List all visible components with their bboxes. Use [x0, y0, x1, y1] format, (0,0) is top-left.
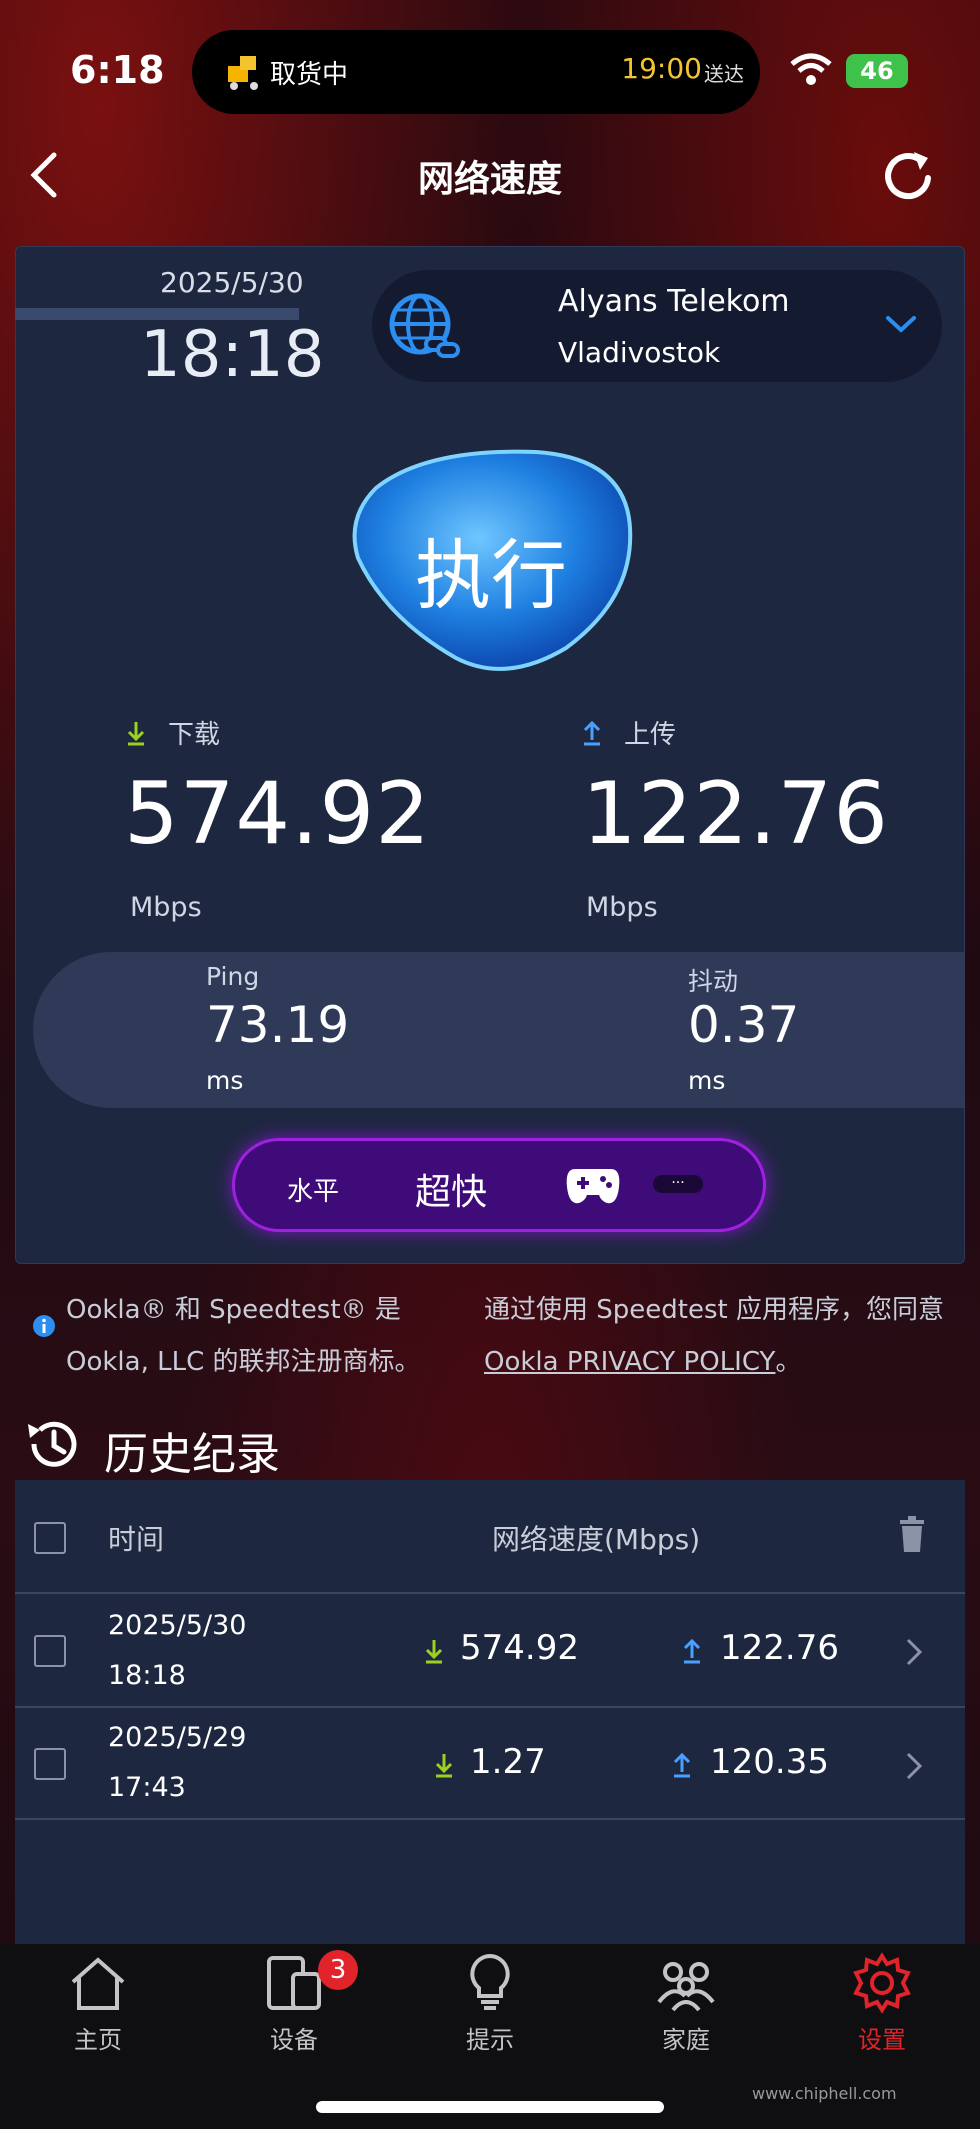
- nav-family[interactable]: 家庭: [626, 1952, 746, 2055]
- refresh-icon[interactable]: [880, 148, 940, 204]
- trash-icon[interactable]: [898, 1516, 926, 1552]
- globe-link-icon: [389, 293, 460, 358]
- status-time: 6:18: [70, 48, 165, 92]
- download-unit: Mbps: [130, 892, 202, 923]
- row-divider: [15, 1818, 965, 1820]
- select-all-checkbox[interactable]: [34, 1522, 66, 1554]
- nav-devices-label: 设备: [270, 2026, 318, 2054]
- server-city: Vladivostok: [558, 336, 721, 369]
- jitter-label: 抖动: [688, 967, 739, 996]
- devices-badge: 3: [318, 1950, 358, 1990]
- nav-tips[interactable]: 提示: [430, 1952, 550, 2055]
- page-title: 网络速度: [417, 159, 562, 200]
- chevron-down-icon: [886, 316, 916, 333]
- battery-indicator: 46: [846, 54, 908, 88]
- more-options-button[interactable]: ···: [653, 1175, 703, 1193]
- speed-level-pill[interactable]: 水平 超快 ···: [232, 1138, 766, 1232]
- privacy-notice-suffix: 。: [775, 1347, 802, 1377]
- server-name: Alyans Telekom: [558, 284, 790, 319]
- row-download: 574.92: [460, 1628, 579, 1668]
- island-time: 19:00: [621, 52, 702, 85]
- lightbulb-icon: [470, 1953, 510, 2010]
- island-label: 取货中: [270, 60, 349, 90]
- chevron-right-icon[interactable]: [904, 1636, 924, 1668]
- jitter-unit: ms: [688, 1066, 726, 1095]
- dynamic-island[interactable]: 取货中 19:00 送达: [192, 30, 760, 114]
- privacy-policy-link[interactable]: Ookla PRIVACY POLICY: [484, 1347, 775, 1377]
- row-upload: 122.76: [720, 1628, 839, 1668]
- privacy-notice: 通过使用 Speedtest 应用程序，您同意 Ookla PRIVACY PO…: [484, 1284, 954, 1388]
- nav-family-label: 家庭: [662, 2026, 710, 2054]
- trademark-notice: Ookla® 和 Speedtest® 是 Ookla, LLC 的联邦注册商标…: [66, 1295, 421, 1377]
- row-checkbox[interactable]: [34, 1748, 66, 1780]
- column-time: 时间: [108, 1523, 165, 1556]
- level-label: 水平: [287, 1177, 340, 1207]
- island-eta: 送达: [704, 62, 744, 86]
- test-date: 2025/5/30: [160, 266, 304, 299]
- download-value: 574.92: [124, 764, 431, 864]
- jitter-value: 0.37: [688, 996, 800, 1054]
- test-time: 18:18: [140, 318, 325, 392]
- ping-unit: ms: [206, 1066, 244, 1095]
- devices-icon: [267, 1956, 321, 2010]
- upload-unit: Mbps: [586, 892, 658, 923]
- info-icon[interactable]: [32, 1314, 56, 1338]
- download-arrow-icon: [425, 1640, 443, 1664]
- row-download: 1.27: [470, 1742, 546, 1782]
- wifi-icon: [790, 53, 832, 85]
- gamepad-icon: [566, 1169, 620, 1204]
- nav-settings-label: 设置: [858, 2026, 906, 2054]
- upload-arrow-icon: [673, 1752, 691, 1778]
- server-selector[interactable]: Alyans Telekom Vladivostok: [372, 270, 942, 382]
- history-icon: [28, 1421, 77, 1467]
- home-indicator[interactable]: [316, 2101, 664, 2113]
- download-arrow-icon: [127, 722, 145, 746]
- nav-home[interactable]: 主页: [38, 1952, 158, 2055]
- gear-icon: [853, 1952, 911, 2014]
- ping-value: 73.19: [206, 996, 350, 1054]
- row-date: 2025/5/30: [108, 1610, 247, 1641]
- upload-arrow-icon: [683, 1638, 701, 1664]
- row-time: 18:18: [108, 1660, 186, 1691]
- row-date: 2025/5/29: [108, 1722, 247, 1753]
- download-arrow-icon: [435, 1754, 453, 1778]
- latency-panel: [33, 952, 965, 1108]
- row-upload: 120.35: [710, 1742, 829, 1782]
- watermark: www.chiphell.com: [752, 2084, 897, 2103]
- upload-value: 122.76: [582, 764, 889, 864]
- row-checkbox[interactable]: [34, 1635, 66, 1667]
- family-icon: [657, 1962, 715, 2012]
- level-value: 超快: [415, 1172, 488, 1213]
- speedtest-card: [15, 246, 965, 1264]
- nav-home-label: 主页: [74, 2026, 122, 2054]
- upload-label: 上传: [624, 720, 677, 750]
- download-label: 下载: [168, 720, 221, 750]
- home-icon: [71, 1957, 125, 2010]
- run-test-label[interactable]: 执行: [346, 514, 636, 624]
- column-speed: 网络速度(Mbps): [492, 1523, 701, 1556]
- row-time: 17:43: [108, 1772, 186, 1803]
- privacy-notice-text: 通过使用 Speedtest 应用程序，您同意: [484, 1295, 944, 1325]
- ping-label: Ping: [206, 962, 260, 991]
- history-title: 历史纪录: [104, 1429, 280, 1480]
- chevron-right-icon[interactable]: [904, 1750, 924, 1782]
- upload-arrow-icon: [583, 720, 601, 746]
- nav-tips-label: 提示: [466, 2026, 514, 2054]
- nav-settings[interactable]: 设置: [822, 1952, 942, 2055]
- delivery-icon: [228, 56, 258, 90]
